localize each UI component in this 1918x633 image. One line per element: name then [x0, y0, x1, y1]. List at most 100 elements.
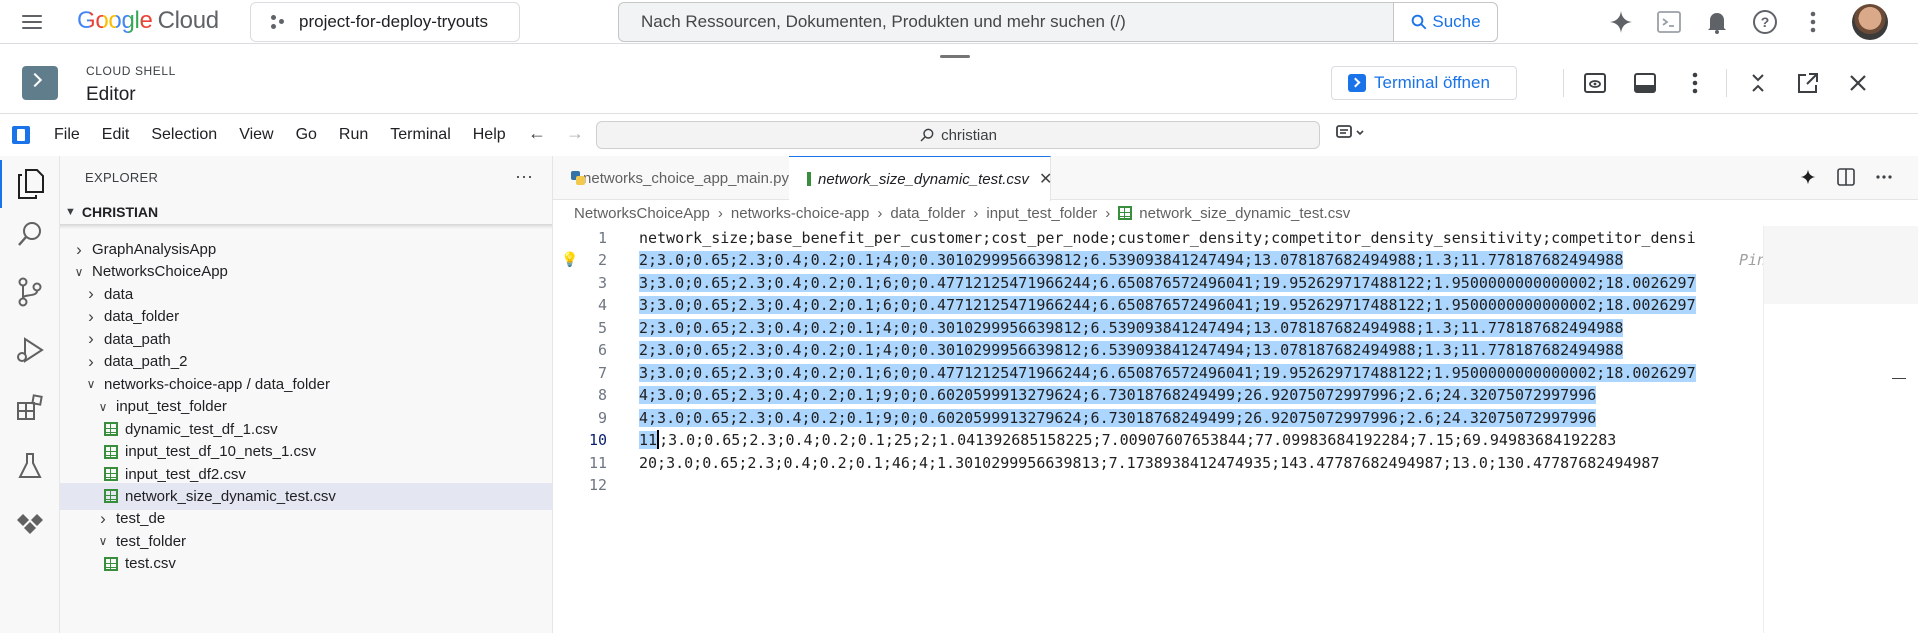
editor-more-actions-icon[interactable]	[1875, 168, 1893, 191]
search-bar[interactable]: Nach Ressourcen, Dokumenten, Produkten u…	[618, 2, 1498, 42]
cloud-shell-icon[interactable]	[1653, 6, 1685, 38]
gemini-icon[interactable]	[1605, 6, 1637, 38]
code-text: 3;3.0;0.65;2.3;0.4;0.2;0.1;6;0;0.4771212…	[639, 296, 1696, 314]
breadcrumb-item[interactable]: input_test_folder	[986, 205, 1097, 222]
code-oss-logo-icon	[12, 126, 30, 144]
split-editor-icon[interactable]	[1837, 168, 1855, 191]
selected-text: 2;3.0;0.65;2.3;0.4;0.2;0.1;4;0;0.3010299…	[639, 341, 1624, 359]
close-icon[interactable]	[1841, 66, 1875, 100]
help-icon[interactable]: ?	[1749, 6, 1781, 38]
workspace-root[interactable]: ▼ CHRISTIAN	[60, 200, 552, 224]
menu-file[interactable]: File	[54, 126, 80, 144]
csv-file-icon	[104, 444, 118, 459]
breadcrumb-item[interactable]: networks-choice-app	[731, 205, 869, 222]
chevron-right-icon: ›	[100, 508, 106, 528]
open-terminal-button[interactable]: Terminal öffnen	[1331, 66, 1517, 100]
menu-go[interactable]: Go	[296, 126, 317, 144]
more-vert-icon[interactable]	[1797, 6, 1829, 38]
close-tab-icon[interactable]: ✕	[1039, 169, 1052, 189]
minimap[interactable]	[1763, 226, 1918, 633]
code-text: 20;3.0;0.65;2.3;0.4;0.2;0.1;46;4;1.30102…	[639, 453, 1660, 472]
line-number: 12	[588, 476, 607, 494]
back-arrow-icon[interactable]: ←	[528, 123, 546, 144]
resize-handle[interactable]	[940, 55, 970, 58]
explorer-title: EXPLORER	[85, 170, 159, 185]
avatar[interactable]	[1852, 4, 1888, 40]
code-text: 3;3.0;0.65;2.3;0.4;0.2;0.1;6;0;0.4771212…	[639, 363, 1696, 382]
gcp-top-bar: Google Cloud project-for-deploy-tryouts N…	[0, 0, 1918, 44]
csv-file-icon	[807, 172, 811, 186]
search-button[interactable]: Suche	[1393, 3, 1497, 41]
tab-network-size-dynamic-test-csv[interactable]: network_size_dynamic_test.csv ✕	[789, 156, 1052, 201]
command-center[interactable]: christian	[596, 121, 1320, 149]
code-line: 5 2;3.0;0.65;2.3;0.4;0.2;0.1;4;0;0.301029…	[553, 316, 1918, 339]
chevron-down-icon: ∨	[98, 399, 108, 414]
menu-run[interactable]: Run	[339, 126, 368, 144]
tree-item-label: data_folder	[104, 308, 180, 326]
tree-item-label: data	[104, 285, 134, 303]
tab-networks-choice-app-main-py[interactable]: networks_choice_app_main.py	[553, 156, 789, 200]
lightbulb-icon[interactable]: 💡	[561, 252, 578, 268]
source-control-icon[interactable]	[0, 268, 60, 316]
main-menu-icon[interactable]	[20, 10, 44, 34]
csv-file-icon	[104, 489, 118, 504]
run-debug-icon[interactable]	[0, 326, 60, 374]
search-input[interactable]: Nach Ressourcen, Dokumenten, Produkten u…	[619, 12, 1393, 32]
project-picker-button[interactable]: project-for-deploy-tryouts	[250, 2, 520, 42]
web-preview-icon[interactable]	[1578, 66, 1612, 100]
breadcrumb-item[interactable]: network_size_dynamic_test.csv	[1139, 205, 1350, 222]
code-text: 3;3.0;0.65;2.3;0.4;0.2;0.1;6;0;0.4771212…	[639, 273, 1696, 292]
tree-item-label: GraphAnalysisApp	[92, 241, 217, 258]
chevron-down-icon: ∨	[98, 534, 108, 549]
explorer-more-actions-icon[interactable]: ···	[515, 166, 533, 187]
menu-edit[interactable]: Edit	[102, 126, 130, 144]
file-item[interactable]: test.csv	[60, 550, 552, 577]
chevron-right-icon: ›	[973, 204, 979, 222]
testing-flask-icon[interactable]	[0, 442, 60, 490]
code-editor[interactable]: 1 network_size;base_benefit_per_customer;…	[553, 226, 1918, 633]
tree-item-label: input_test_df2.csv	[125, 465, 246, 483]
explorer-icon[interactable]	[0, 160, 60, 208]
code-line: 10 11 ;3.0;0.65;2.3;0.4;0.2;0.1;25;2;1.041…	[553, 429, 1918, 452]
minimize-icon[interactable]	[1741, 66, 1775, 100]
menu-help[interactable]: Help	[473, 126, 506, 144]
code-text: 4;3.0;0.65;2.3;0.4;0.2;0.1;9;0;0.6020599…	[639, 386, 1597, 404]
notifications-bell-icon[interactable]	[1701, 6, 1733, 38]
menu-terminal[interactable]: Terminal	[390, 126, 450, 144]
explorer-panel: EXPLORER ··· ▼ CHRISTIAN › GraphAnalysisA…	[60, 156, 553, 633]
open-new-window-icon[interactable]	[1791, 66, 1825, 100]
tree-item-label: networks-choice-app / data_folder	[104, 375, 330, 393]
google-cloud-logo[interactable]: Google Cloud	[77, 7, 219, 35]
forward-arrow-icon[interactable]: →	[566, 123, 584, 144]
divider	[1563, 69, 1564, 97]
minimap-slider[interactable]	[1764, 226, 1918, 304]
editor-area: networks_choice_app_main.py network_size…	[553, 156, 1918, 633]
cloud-shell-editor-icon	[22, 66, 58, 100]
divider	[1726, 69, 1727, 97]
more-options-icon[interactable]	[1678, 66, 1712, 100]
line-number: 4	[597, 296, 607, 314]
toggle-panel-icon[interactable]	[1628, 66, 1662, 100]
command-center-label: christian	[941, 126, 997, 144]
tree-item-label: input_test_df_10_nets_1.csv	[125, 443, 316, 461]
menu-selection[interactable]: Selection	[151, 126, 217, 144]
code-text: 11 ;3.0;0.65;2.3;0.4;0.2;0.1;25;2;1.04139…	[639, 430, 1616, 449]
extensions-icon[interactable]	[0, 384, 60, 432]
selected-text: 3;3.0;0.65;2.3;0.4;0.2;0.1;6;0;0.4771212…	[639, 296, 1696, 314]
gemini-code-assist-icon[interactable]	[1799, 168, 1817, 191]
menu-view[interactable]: View	[239, 126, 273, 144]
chevron-down-icon: ∨	[86, 377, 96, 392]
breadcrumb-item[interactable]: data_folder	[890, 205, 965, 222]
search-icon[interactable]	[0, 210, 60, 258]
selected-text: 3;3.0;0.65;2.3;0.4;0.2;0.1;6;0;0.4771212…	[639, 363, 1696, 382]
tree-item-label: dynamic_test_df_1.csv	[125, 420, 278, 438]
chat-icon[interactable]	[1336, 125, 1366, 145]
open-terminal-label: Terminal öffnen	[1374, 73, 1490, 92]
breadcrumb-item[interactable]: NetworksChoiceApp	[574, 205, 710, 222]
chevron-down-icon: ∨	[74, 264, 84, 279]
tree-item-label: test_de	[116, 510, 166, 528]
ide-menu-bar: File Edit Selection View Go Run Terminal…	[0, 120, 1900, 150]
activity-bar	[0, 156, 60, 633]
tree-item-label: network_size_dynamic_test.csv	[125, 487, 336, 505]
cloud-code-icon[interactable]	[0, 500, 60, 548]
